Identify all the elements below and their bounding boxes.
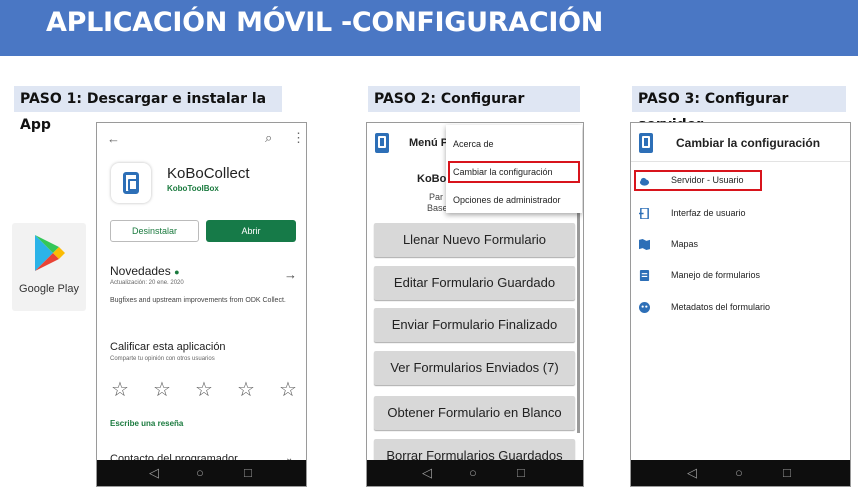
settings-item-label: Mapas [671,239,699,249]
uninstall-button[interactable]: Desinstalar [110,220,199,242]
kobo-app-name: KoBo [417,173,447,185]
form-icon [639,270,650,281]
phone-kobo-menu: Menú P KoBo Par Base Llenar Nuevo Formul… [366,122,584,487]
settings-item-label: Metadatos del formulario [671,302,771,312]
menu-button[interactable]: Editar Formulario Guardado [374,266,575,300]
search-icon[interactable]: ⌕ [265,130,272,146]
step-2-label: PASO 2: Configurar [368,86,580,112]
map-icon [639,239,650,250]
google-play-icon [35,235,65,271]
nav-back-icon[interactable]: ◁ [422,465,432,481]
android-navbar: ◁ ○ □ [97,460,306,486]
dropdown-item-about[interactable]: Acerca de [453,139,494,149]
info-line-2: Base [427,203,448,213]
settings-item-label: Manejo de formularios [671,270,761,280]
settings-item-label: Interfaz de usuario [671,208,746,218]
nav-home-icon[interactable]: ○ [469,465,477,481]
app-name: KoBoCollect [167,165,250,182]
menu-button[interactable]: Enviar Formulario Finalizado [374,308,575,342]
rate-title: Calificar esta aplicación [110,341,226,353]
google-play-label: Google Play [19,283,79,295]
nav-back-icon[interactable]: ◁ [687,465,697,481]
write-review-link[interactable]: Escribe una reseña [110,419,183,428]
settings-title: Cambiar la configuración [676,136,821,150]
star-icon[interactable]: ☆ [279,377,297,402]
more-options-icon[interactable]: ⋮ [292,130,305,146]
whats-new-text: Bugfixes and upstream improvements from … [110,297,286,304]
phone-settings: Cambiar la configuración Servidor - Usua… [630,122,851,487]
title-banner: APLICACIÓN MÓVIL -CONFIGURACIÓN [0,0,858,56]
nav-recents-icon[interactable]: □ [783,465,791,481]
highlight-box [634,170,762,191]
developer-name[interactable]: KoboToolBox [167,184,219,193]
menu-button[interactable]: Llenar Nuevo Formulario [374,223,575,257]
overflow-menu: Acerca de Cambiar la configuración Opcio… [446,125,582,213]
back-arrow-icon[interactable]: ← [107,131,120,146]
scrollbar[interactable] [577,213,580,433]
dropdown-item-admin-options[interactable]: Opciones de administrador [453,195,561,205]
nav-back-icon[interactable]: ◁ [149,465,159,481]
star-icon[interactable]: ☆ [195,377,213,402]
android-navbar: ◁ ○ □ [631,460,850,486]
banner-title: APLICACIÓN MÓVIL -CONFIGURACIÓN [46,7,604,38]
metadata-icon [639,302,650,313]
nav-recents-icon[interactable]: □ [244,465,252,481]
kobo-logo-icon [639,133,653,153]
new-dot-icon: ● [174,267,180,277]
star-icon[interactable]: ☆ [153,377,171,402]
rate-subtitle: Comparte tu opinión con otros usuarios [110,356,215,362]
menu-button[interactable]: Obtener Formulario en Blanco [374,396,575,430]
step-1-label: PASO 1: Descargar e instalar la App [14,86,282,133]
interface-icon [639,208,649,219]
nav-home-icon[interactable]: ○ [735,465,743,481]
nav-home-icon[interactable]: ○ [196,465,204,481]
nav-recents-icon[interactable]: □ [517,465,525,481]
phone-play-store: ← ⌕ ⋮ KoBoCollect KoboToolBox Desinstala… [96,122,307,487]
menu-button[interactable]: Ver Formularios Enviados (7) [374,351,575,385]
arrow-right-icon[interactable]: → [284,267,297,282]
whats-new-date: Actualización: 20 ene. 2020 [110,280,184,286]
step-3-label: PASO 3: Configurar servidor [632,86,846,133]
info-line-1: Par [429,192,444,202]
android-navbar: ◁ ○ □ [367,460,583,486]
highlight-box [448,161,580,183]
kobocollect-app-icon [111,163,151,203]
star-icon[interactable]: ☆ [237,377,255,402]
google-play-badge: Google Play [12,223,86,311]
star-icon[interactable]: ☆ [111,377,129,402]
whats-new-label: Novedades [110,264,171,278]
kobo-logo-icon [375,133,389,153]
menu-title: Menú P [409,137,449,149]
header-divider [631,161,850,162]
whats-new-title[interactable]: Novedades ● [110,264,180,278]
open-button[interactable]: Abrir [206,220,296,242]
